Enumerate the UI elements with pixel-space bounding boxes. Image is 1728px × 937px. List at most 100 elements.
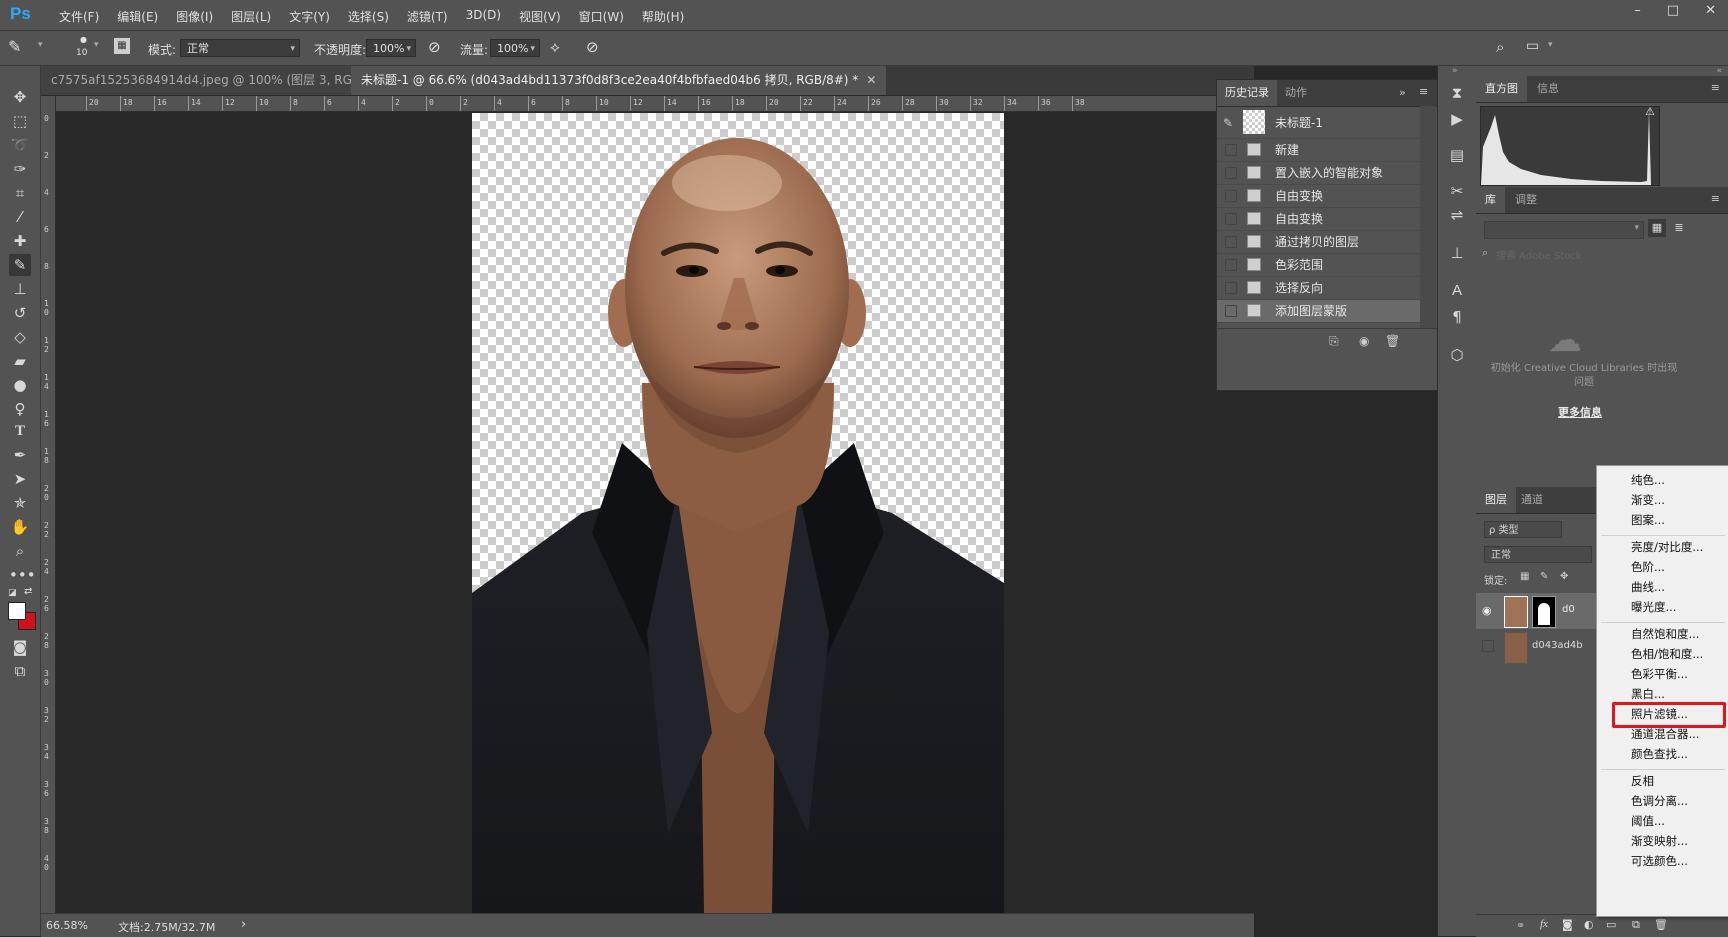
zoom-level[interactable]: 66.58% — [46, 919, 88, 932]
menu-item[interactable]: 颜色查找... — [1631, 746, 1688, 762]
paint-bucket-icon[interactable]: ▰ — [9, 350, 31, 372]
pen-tool-icon[interactable]: ✒ — [9, 444, 31, 466]
lock-position-icon[interactable]: ✥ — [1560, 571, 1568, 582]
new-layer-icon[interactable]: ⧉ — [1632, 918, 1640, 932]
lasso-tool-icon[interactable]: ➰ — [9, 134, 31, 156]
flow-input[interactable]: 100% ▾ — [490, 39, 540, 57]
menu-item[interactable]: 色彩平衡... — [1631, 666, 1688, 682]
crop-tool-icon[interactable]: ⌗ — [9, 182, 31, 204]
history-checkbox[interactable] — [1225, 190, 1237, 202]
brush-settings-icon[interactable]: ✂ — [1446, 180, 1468, 202]
history-snapshot[interactable]: ✎ 未标题-1 — [1217, 106, 1420, 139]
trash-icon[interactable]: 🗑 — [1385, 334, 1400, 348]
history-checkbox[interactable] — [1225, 144, 1237, 156]
search-icon[interactable]: ⌕ — [1496, 38, 1504, 56]
menu-item[interactable]: 阈值... — [1631, 813, 1665, 829]
brush-panel-icon[interactable]: ▦ — [114, 38, 130, 54]
camera-icon[interactable]: ◉ — [1359, 334, 1369, 348]
menu-item[interactable]: 曝光度... — [1631, 599, 1676, 615]
history-scrollbar[interactable] — [1420, 106, 1436, 336]
adjustment-layer-icon[interactable]: ◐ — [1584, 918, 1594, 931]
menu-item[interactable]: 色调分离... — [1631, 793, 1688, 809]
menu-item[interactable]: 色相/饱和度... — [1631, 646, 1703, 662]
pressure-opacity-icon[interactable]: ⊘ — [428, 38, 441, 56]
tab-histogram[interactable]: 直方图 — [1476, 76, 1527, 102]
tab-channels[interactable]: 通道 — [1512, 487, 1552, 513]
history-brush-icon[interactable]: ↺ — [9, 302, 31, 324]
collapse-icon[interactable]: » — [1452, 66, 1458, 76]
visibility-toggle[interactable] — [1482, 640, 1494, 652]
menu-select[interactable]: 选择(S) — [339, 8, 398, 25]
history-checkbox[interactable] — [1225, 305, 1237, 317]
menu-item[interactable]: 可选颜色... — [1631, 853, 1688, 869]
menu-item[interactable]: 黑白... — [1631, 686, 1665, 702]
menu-help[interactable]: 帮助(H) — [633, 8, 693, 25]
grid-view-icon[interactable]: ▦ — [1648, 219, 1666, 237]
airbrush-icon[interactable]: ⟡ — [550, 38, 560, 56]
history-panel-icon[interactable]: ⧗ — [1446, 82, 1468, 104]
brush-tool-icon[interactable]: ✎ — [8, 37, 21, 56]
history-checkbox[interactable] — [1225, 213, 1237, 225]
menu-file[interactable]: 文件(F) — [50, 8, 108, 25]
tab-adjustments[interactable]: 调整 — [1506, 187, 1546, 213]
chevron-down-icon[interactable]: ▾ — [1548, 40, 1553, 50]
history-checkbox[interactable] — [1225, 167, 1237, 179]
tab-libraries[interactable]: 库 — [1476, 187, 1505, 213]
dodge-tool-icon[interactable]: ♀ — [9, 398, 31, 420]
link-layers-icon[interactable]: ⚭ — [1516, 919, 1525, 932]
menu-item[interactable]: 纯色... — [1631, 472, 1665, 488]
more-tools-icon[interactable]: ••• — [9, 564, 36, 586]
library-search-input[interactable]: 搜索 Adobe Stock — [1496, 247, 1582, 262]
maximize-button[interactable]: □ — [1667, 3, 1679, 18]
history-item[interactable]: 通过拷贝的图层 — [1217, 231, 1420, 254]
menu-item[interactable]: 渐变映射... — [1631, 833, 1688, 849]
history-item[interactable]: 选择反向 — [1217, 277, 1420, 300]
tab-layers[interactable]: 图层 — [1476, 487, 1516, 513]
add-mask-icon[interactable]: ◙ — [1562, 918, 1573, 931]
close-button[interactable]: ✕ — [1705, 3, 1716, 18]
path-select-icon[interactable]: ➤ — [9, 468, 31, 490]
default-colors-icon[interactable]: ◪ — [8, 588, 17, 598]
tab-history[interactable]: 历史记录 — [1217, 80, 1277, 106]
menu-image[interactable]: 图像(I) — [167, 8, 222, 25]
blend-mode-select[interactable]: 正常 — [1484, 546, 1592, 563]
chevron-down-icon[interactable]: ▾ — [94, 40, 99, 50]
fx-icon[interactable]: fx — [1540, 918, 1548, 930]
lock-pixels-icon[interactable]: ✎ — [1540, 571, 1548, 582]
move-tool-icon[interactable]: ✥ — [9, 86, 31, 108]
menu-item[interactable]: 图案... — [1631, 512, 1665, 528]
group-folder-icon[interactable]: ▭ — [1606, 918, 1616, 931]
menu-3d[interactable]: 3D(D) — [457, 8, 510, 25]
marquee-tool-icon[interactable]: ⬚ — [9, 110, 31, 132]
healing-brush-icon[interactable]: ✚ — [9, 230, 31, 252]
menu-item[interactable]: 色阶... — [1631, 559, 1665, 575]
paragraph-panel-icon[interactable]: ¶ — [1446, 306, 1468, 328]
mode-select[interactable]: 正常 ▾ — [180, 39, 300, 57]
foreground-color-swatch[interactable] — [8, 602, 26, 620]
opacity-input[interactable]: 100% ▾ — [366, 39, 416, 57]
more-info-link[interactable]: 更多信息 — [1558, 404, 1602, 420]
brush-tool-icon[interactable]: ✎ — [9, 254, 31, 276]
layer-name[interactable]: d0 — [1562, 604, 1575, 615]
menu-item[interactable]: 通道混合器... — [1631, 726, 1699, 742]
layer-filter-select[interactable]: ρ 类型 — [1484, 521, 1562, 538]
history-checkbox[interactable] — [1225, 259, 1237, 271]
tab-document-2[interactable]: 未标题-1 @ 66.6% (d043ad4bd11373f0d8f3ce2ea… — [351, 66, 887, 95]
document-canvas[interactable] — [472, 113, 1004, 913]
shape-tool-icon[interactable]: ✯ — [9, 492, 31, 514]
panel-menu-icon[interactable]: ≡ — [1419, 85, 1428, 98]
tab-actions[interactable]: 动作 — [1277, 80, 1315, 106]
collapse-icon[interactable]: « — [1716, 66, 1722, 76]
panel-menu-icon[interactable]: ≡ — [1711, 192, 1720, 205]
history-item[interactable]: 自由变换 — [1217, 208, 1420, 231]
brush-preset-picker[interactable]: ● — [80, 35, 87, 44]
zoom-tool-icon[interactable]: ⌕ — [9, 540, 31, 562]
history-item[interactable]: 添加图层蒙版 — [1217, 300, 1420, 323]
close-icon[interactable]: ✕ — [866, 73, 876, 87]
history-item[interactable]: 新建 — [1217, 139, 1420, 162]
menu-type[interactable]: 文字(Y) — [280, 8, 339, 25]
clone-source-icon[interactable]: ⊥ — [1446, 242, 1468, 264]
actions-play-icon[interactable]: ▶ — [1446, 108, 1468, 130]
history-item[interactable]: 色彩范围 — [1217, 254, 1420, 277]
blur-tool-icon[interactable]: ● — [9, 374, 31, 396]
